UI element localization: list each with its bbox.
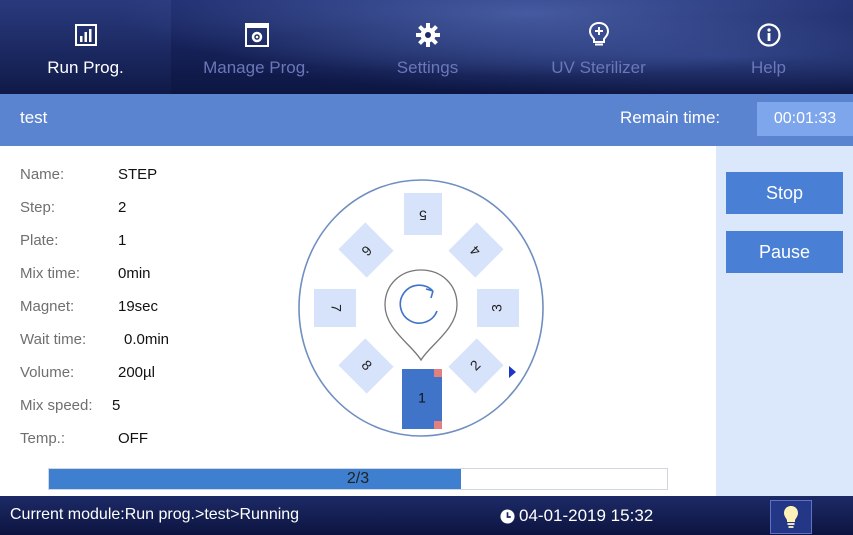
info-label: Wait time: — [20, 331, 87, 348]
tab-label: Help — [751, 58, 786, 77]
info-label: Temp.: — [20, 430, 66, 447]
uv-bulb-icon — [588, 22, 609, 48]
top-navigation: Run Prog. Manage Prog. Settings UV Steri… — [0, 0, 853, 94]
light-button[interactable] — [770, 500, 812, 534]
run-progress-bar: 2/3 — [48, 468, 668, 490]
clock-icon — [500, 508, 515, 524]
info-value: OFF — [118, 430, 148, 447]
wheel-label: 1 — [418, 390, 426, 406]
tab-manage-prog[interactable]: Manage Prog. — [171, 0, 342, 94]
wheel-label: 3 — [489, 304, 505, 312]
tab-label: Run Prog. — [47, 58, 124, 77]
info-label: Mix time: — [20, 265, 80, 282]
pause-button[interactable]: Pause — [726, 231, 843, 273]
info-value: 5 — [112, 397, 121, 414]
info-value: 0.0min — [124, 331, 170, 348]
remain-time-value: 00:01:33 — [757, 102, 853, 136]
info-label: Magnet: — [20, 298, 75, 315]
info-value: 2 — [118, 199, 127, 216]
info-value: 1 — [118, 232, 127, 249]
program-name: test — [20, 108, 48, 127]
wheel-slot-5: 5 — [404, 193, 442, 235]
wheel-slot-1: 1 — [402, 369, 442, 429]
datetime-text: 04-01-2019 15:32 — [519, 506, 654, 525]
info-label: Step: — [20, 199, 56, 216]
plate-wheel: 5 4 3 2 1 8 7 6 — [298, 179, 544, 437]
info-label: Name: — [20, 166, 65, 183]
tab-settings[interactable]: Settings — [342, 0, 513, 94]
tab-label: UV Sterilizer — [551, 58, 646, 77]
info-value: STEP — [118, 166, 158, 183]
wheel-slot-3: 3 — [477, 289, 519, 327]
tab-label: Settings — [396, 58, 459, 77]
wheel-label: 5 — [419, 207, 427, 223]
chart-icon — [74, 22, 97, 48]
info-value: 200µl — [118, 364, 156, 381]
tab-uv-sterilizer[interactable]: UV Sterilizer — [513, 0, 684, 94]
gear-icon — [415, 22, 441, 48]
control-panel: Stop Pause — [716, 146, 853, 496]
info-value: 19sec — [118, 298, 159, 315]
status-bar: Current module:Run prog.>test>Running 04… — [0, 496, 853, 535]
info-label: Mix speed: — [20, 397, 93, 414]
info-label: Plate: — [20, 232, 59, 249]
wheel-label: 7 — [328, 304, 344, 312]
light-bulb-icon — [784, 506, 798, 528]
run-panel: Name: STEP Step: 2 Plate: 1 Mix time: 0m… — [0, 146, 716, 496]
current-module-text: Current module:Run prog.>test>Running — [10, 506, 300, 523]
settings-box-icon — [244, 22, 269, 48]
progress-text: 2/3 — [346, 470, 370, 487]
stop-button[interactable]: Stop — [726, 172, 843, 214]
program-title-bar: test Remain time: — [0, 94, 853, 146]
info-label: Volume: — [20, 364, 75, 381]
status-datetime: 04-01-2019 15:32 — [500, 506, 653, 526]
remain-time-label: Remain time: — [620, 108, 721, 127]
tab-help[interactable]: Help — [684, 0, 853, 94]
info-value: 0min — [118, 265, 151, 282]
tab-run-prog[interactable]: Run Prog. — [0, 0, 171, 94]
tab-label: Manage Prog. — [203, 58, 310, 77]
info-icon — [756, 22, 781, 48]
wheel-slot-7: 7 — [314, 289, 356, 327]
